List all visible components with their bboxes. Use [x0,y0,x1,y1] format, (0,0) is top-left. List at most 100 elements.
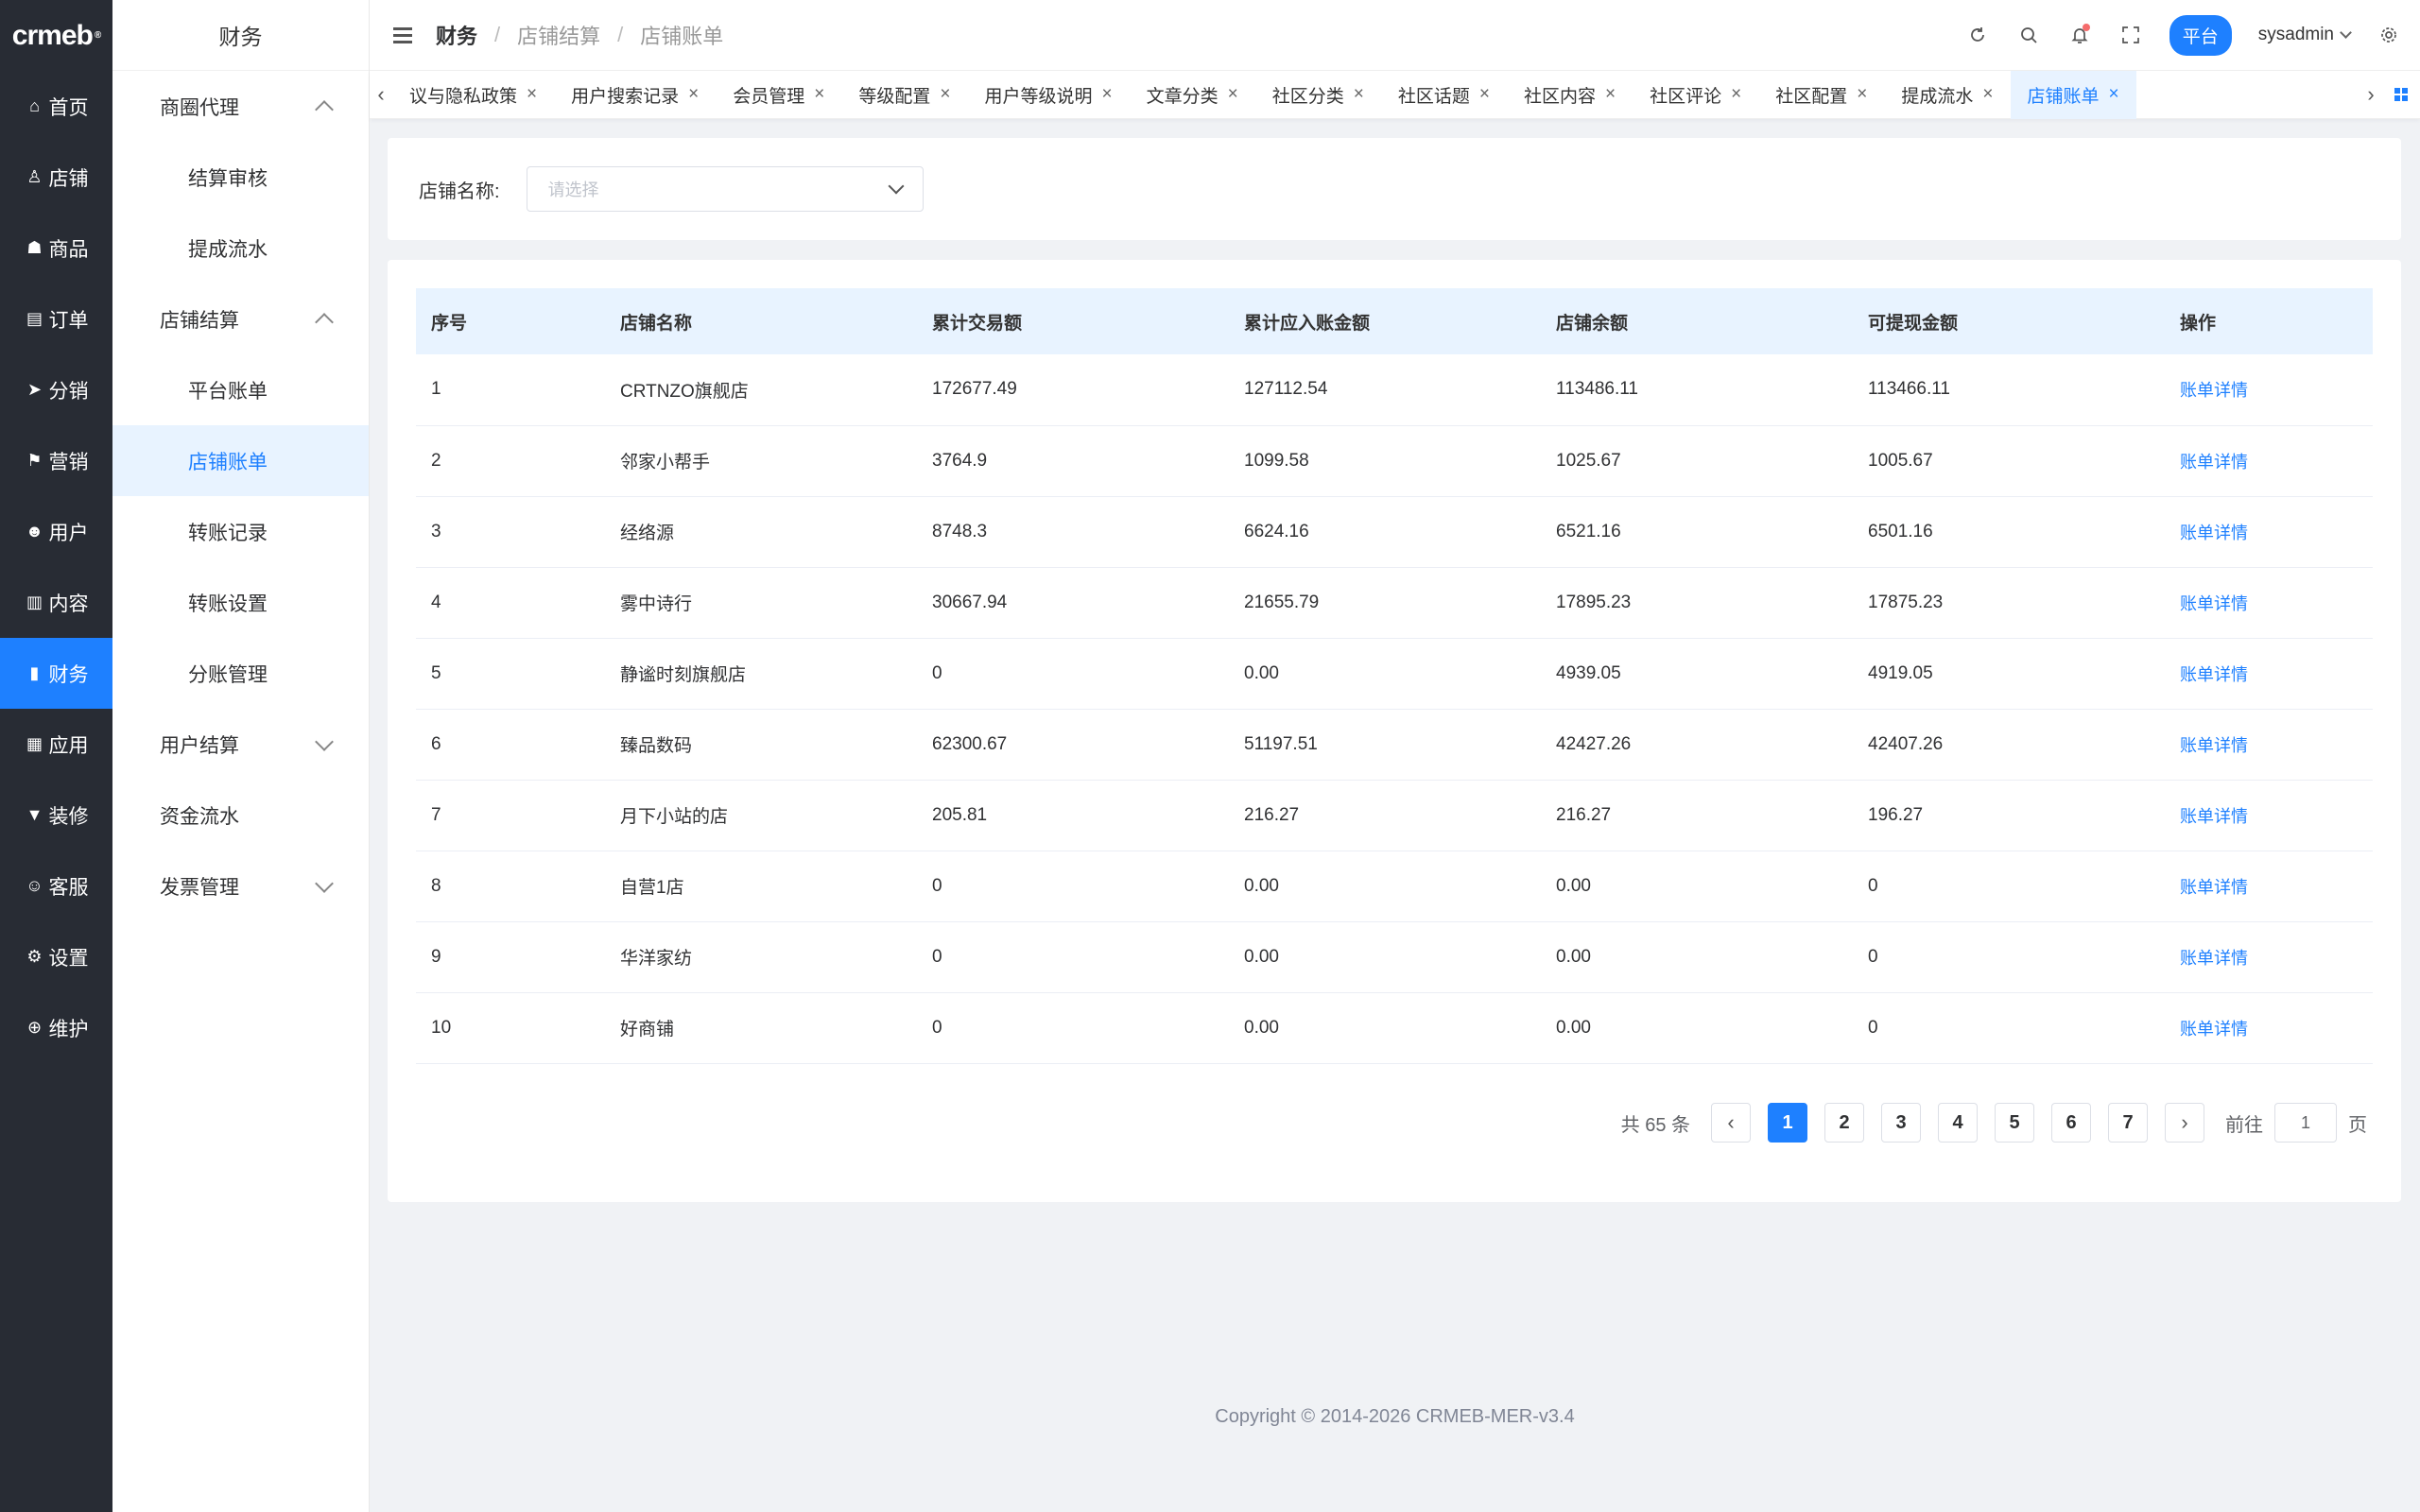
close-icon[interactable]: × [814,84,824,105]
fullscreen-icon[interactable] [2118,23,2143,47]
menu-toggle-icon[interactable] [393,26,412,43]
close-icon[interactable]: × [1857,84,1867,105]
tab-item[interactable]: 用户等级说明 × [968,71,1130,119]
tab-item[interactable]: 会员管理 × [716,71,841,119]
rail-item-label: 维护 [48,1018,89,1040]
tab-item[interactable]: 社区分类 × [1255,71,1381,119]
bill-detail-link[interactable]: 账单详情 [2165,921,2373,993]
tabs-menu-icon[interactable] [2382,87,2420,102]
tab-item[interactable]: 社区配置 × [1758,71,1884,119]
submenu-group[interactable]: 用户结算 [112,709,369,780]
bell-icon[interactable] [2067,23,2092,47]
rail-item-tool[interactable]: ⊕ 维护 [0,992,112,1063]
tab-item[interactable]: 店铺账单 × [2010,70,2136,119]
submenu-group[interactable]: 店铺结算 [112,284,369,354]
bill-detail-link[interactable]: 账单详情 [2165,354,2373,426]
page-number-button[interactable]: 5 [1995,1103,2034,1143]
refresh-icon[interactable] [1965,23,1990,47]
close-icon[interactable]: × [527,84,537,105]
rail-item-flag[interactable]: ⚑ 营销 [0,425,112,496]
close-icon[interactable]: × [2109,84,2119,105]
platform-button[interactable]: 平台 [2169,14,2232,56]
tab-item[interactable]: 议与隐私政策 × [392,71,554,119]
submenu-item[interactable]: 结算审核 [112,142,369,213]
table-cell: 216.27 [1541,780,1853,851]
close-icon[interactable]: × [1479,84,1490,105]
bill-detail-link[interactable]: 账单详情 [2165,850,2373,922]
page-number-button[interactable]: 1 [1768,1103,1807,1143]
table-cell: 0.00 [1541,921,1853,993]
store-name-select[interactable]: 请选择 [526,166,924,212]
next-page-button[interactable]: › [2165,1103,2204,1143]
page-number-button[interactable]: 2 [1824,1103,1864,1143]
page-number-button[interactable]: 7 [2108,1103,2148,1143]
rail-item-paint[interactable]: ▼ 装修 [0,780,112,850]
submenu-item[interactable]: 店铺账单 [112,425,369,496]
tab-item[interactable]: 社区话题 × [1381,71,1507,119]
rail-item-service[interactable]: ☺ 客服 [0,850,112,921]
rail-item-send[interactable]: ➤ 分销 [0,354,112,425]
close-icon[interactable]: × [1102,84,1113,105]
table-cell: 0.00 [1541,992,1853,1064]
close-icon[interactable]: × [1731,84,1741,105]
page-number-button[interactable]: 3 [1881,1103,1921,1143]
table-header-row: 序号 店铺名称 累计交易额 累计应入账金额 店铺余额 可提现金额 操作 [416,288,2373,354]
page-number-button[interactable]: 4 [1938,1103,1978,1143]
rail-item-home[interactable]: ⌂ 首页 [0,71,112,142]
tab-item[interactable]: 社区评论 × [1633,71,1758,119]
rail-item-clipboard[interactable]: ▤ 订单 [0,284,112,354]
table-cell: 6624.16 [1229,496,1541,568]
submenu-group-label: 店铺结算 [160,309,239,332]
page-number-button[interactable]: 6 [2051,1103,2091,1143]
goto-page-input[interactable]: 1 [2274,1103,2337,1143]
crmeb-logo[interactable]: crmeb ® [0,0,112,71]
bill-detail-link[interactable]: 账单详情 [2165,992,2373,1064]
table-cell: 42407.26 [1853,709,2165,781]
bill-detail-link[interactable]: 账单详情 [2165,709,2373,781]
close-icon[interactable]: × [1605,84,1616,105]
submenu-item[interactable]: 转账设置 [112,567,369,638]
breadcrumb-item[interactable]: 财务 [436,20,477,50]
submenu-item[interactable]: 平台账单 [112,354,369,425]
tab-item[interactable]: 等级配置 × [841,71,967,119]
rail-item-book[interactable]: ▥ 内容 [0,567,112,638]
prev-page-button[interactable]: ‹ [1711,1103,1751,1143]
tab-item[interactable]: 文章分类 × [1130,71,1255,119]
table-cell: 8748.3 [917,496,1229,568]
rail-item-gear[interactable]: ⚙ 设置 [0,921,112,992]
search-icon[interactable] [2016,23,2041,47]
submenu-item[interactable]: 分账管理 [112,638,369,709]
tab-item[interactable]: 提成流水 × [1884,71,2010,119]
rail-item-user[interactable]: ☻ 用户 [0,496,112,567]
bill-detail-link[interactable]: 账单详情 [2165,638,2373,710]
top-header: 财务 / 店铺结算 / 店铺账单 平台 sysadmin [370,0,2420,71]
close-icon[interactable]: × [940,84,950,105]
rail-item-grid[interactable]: ▦ 应用 [0,709,112,780]
bill-detail-link[interactable]: 账单详情 [2165,780,2373,851]
table-cell: 113486.11 [1541,354,1853,426]
close-icon[interactable]: × [1982,84,1993,105]
bill-detail-link[interactable]: 账单详情 [2165,567,2373,639]
submenu-item[interactable]: 转账记录 [112,496,369,567]
submenu-group[interactable]: 商圈代理 [112,71,369,142]
rail-item-bag[interactable]: ☗ 商品 [0,213,112,284]
submenu-item[interactable]: 提成流水 [112,213,369,284]
table-cell: 0.00 [1229,850,1541,922]
close-icon[interactable]: × [1354,84,1364,105]
bill-detail-link[interactable]: 账单详情 [2165,496,2373,568]
tab-item[interactable]: 社区内容 × [1507,71,1633,119]
user-menu[interactable]: sysadmin [2258,25,2352,45]
rail-item-store[interactable]: ♙ 店铺 [0,142,112,213]
tabs-scroll-left-icon[interactable]: ‹ [370,82,392,107]
rail-item-bar-chart[interactable]: ▮ 财务 [0,638,112,709]
submenu-group[interactable]: 资金流水 [112,780,369,850]
close-icon[interactable]: × [1228,84,1238,105]
tabs-scroll-right-icon[interactable]: › [2360,82,2382,107]
tab-item[interactable]: 用户搜索记录 × [554,71,716,119]
close-icon[interactable]: × [688,84,699,105]
table-row: 10 好商铺 0 0.00 0.00 0 账单详情 [416,992,2373,1064]
settings-gear-icon[interactable] [2377,23,2401,47]
breadcrumb-item[interactable]: 店铺结算 [517,20,600,50]
bill-detail-link[interactable]: 账单详情 [2165,425,2373,497]
submenu-group[interactable]: 发票管理 [112,850,369,921]
